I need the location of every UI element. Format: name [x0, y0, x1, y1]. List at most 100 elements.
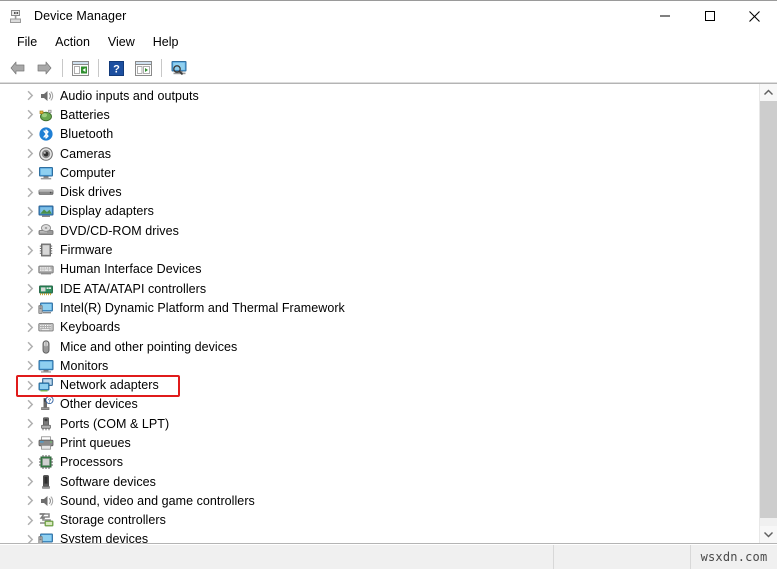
- tree-item[interactable]: Ports (COM & LPT): [0, 414, 759, 433]
- status-pane-3: wsxdn.com: [691, 545, 777, 569]
- chevron-right-icon[interactable]: [22, 187, 38, 198]
- tree-item[interactable]: Print queues: [0, 433, 759, 452]
- toolbar-separator-3: [161, 59, 162, 77]
- chevron-right-icon[interactable]: [22, 341, 38, 352]
- chevron-right-icon[interactable]: [22, 90, 38, 101]
- forward-button[interactable]: [32, 56, 57, 80]
- show-hide-console-tree-button[interactable]: [68, 56, 93, 80]
- chevron-right-icon[interactable]: [22, 129, 38, 140]
- menu-item-help[interactable]: Help: [144, 33, 188, 52]
- chevron-right-icon[interactable]: [22, 109, 38, 120]
- software-device-icon: [38, 474, 54, 490]
- firmware-icon: [38, 242, 54, 258]
- minimize-button[interactable]: [642, 1, 687, 31]
- chevron-right-icon[interactable]: [22, 495, 38, 506]
- tree-item-label: Ports (COM & LPT): [60, 416, 170, 431]
- tree-item[interactable]: Sound, video and game controllers: [0, 491, 759, 510]
- properties-button[interactable]: [131, 56, 156, 80]
- display-adapter-icon: [38, 203, 54, 219]
- chevron-right-icon[interactable]: [22, 534, 38, 543]
- menu-item-view[interactable]: View: [99, 33, 144, 52]
- tree-item[interactable]: Storage controllers: [0, 511, 759, 530]
- tree-item[interactable]: Bluetooth: [0, 125, 759, 144]
- content-area: Audio inputs and outputs Batteries Bluetoo…: [0, 83, 777, 544]
- chevron-right-icon[interactable]: [22, 418, 38, 429]
- tree-item[interactable]: Intel(R) Dynamic Platform and Thermal Fr…: [0, 298, 759, 317]
- disk-drive-icon: [38, 184, 54, 200]
- toolbar: ?: [0, 54, 777, 83]
- tree-item[interactable]: System devices: [0, 530, 759, 543]
- tree-item-label: Keyboards: [60, 320, 121, 335]
- tree-item[interactable]: Network adapters: [0, 375, 759, 394]
- scan-for-hardware-changes-button[interactable]: [167, 56, 192, 80]
- device-manager-window: Device Manager File Action View Help ? A…: [0, 0, 777, 569]
- tree-item[interactable]: Cameras: [0, 144, 759, 163]
- tree-item[interactable]: ? Other devices: [0, 395, 759, 414]
- tree-item-label: Display adapters: [60, 204, 154, 219]
- chevron-right-icon[interactable]: [22, 322, 38, 333]
- tree-item[interactable]: Batteries: [0, 105, 759, 124]
- chevron-right-icon[interactable]: [22, 380, 38, 391]
- tree-item[interactable]: Keyboards: [0, 318, 759, 337]
- tree-item[interactable]: Computer: [0, 163, 759, 182]
- chevron-right-icon[interactable]: [22, 457, 38, 468]
- chevron-right-icon[interactable]: [22, 148, 38, 159]
- chevron-right-icon[interactable]: [22, 302, 38, 313]
- menu-item-file[interactable]: File: [8, 33, 46, 52]
- tree-item-label: Bluetooth: [60, 127, 114, 142]
- maximize-button[interactable]: [687, 1, 732, 31]
- svg-text:?: ?: [113, 63, 120, 75]
- tree-item-label: Cameras: [60, 146, 112, 161]
- tree-item-label: Processors: [60, 455, 124, 470]
- tree-item[interactable]: Processors: [0, 453, 759, 472]
- tree-item[interactable]: Software devices: [0, 472, 759, 491]
- chevron-right-icon[interactable]: [22, 206, 38, 217]
- tree-item-label: Monitors: [60, 358, 109, 373]
- computer-icon: [38, 165, 54, 181]
- network-adapter-icon: [38, 377, 54, 393]
- tree-item-label: Firmware: [60, 243, 113, 258]
- svg-text:?: ?: [48, 399, 52, 405]
- chevron-right-icon[interactable]: [22, 264, 38, 275]
- close-button[interactable]: [732, 1, 777, 31]
- tree-item[interactable]: Audio inputs and outputs: [0, 86, 759, 105]
- chevron-right-icon[interactable]: [22, 476, 38, 487]
- tree-item-label: Software devices: [60, 474, 156, 489]
- optical-drive-icon: [38, 223, 54, 239]
- chevron-right-icon[interactable]: [22, 360, 38, 371]
- scroll-up-button[interactable]: [760, 84, 777, 101]
- chevron-right-icon[interactable]: [22, 283, 38, 294]
- tree-item-label: Audio inputs and outputs: [60, 88, 199, 103]
- speaker-icon: [38, 493, 54, 509]
- status-bar: wsxdn.com: [0, 544, 777, 569]
- tree-item[interactable]: Monitors: [0, 356, 759, 375]
- scrollbar-track[interactable]: [760, 101, 777, 526]
- port-icon: [38, 416, 54, 432]
- tree-item-label: Intel(R) Dynamic Platform and Thermal Fr…: [60, 300, 345, 315]
- toolbar-separator-1: [62, 59, 63, 77]
- tree-item[interactable]: Disk drives: [0, 182, 759, 201]
- chevron-right-icon[interactable]: [22, 225, 38, 236]
- chevron-right-icon[interactable]: [22, 245, 38, 256]
- chevron-right-icon[interactable]: [22, 515, 38, 526]
- tree-item[interactable]: Mice and other pointing devices: [0, 337, 759, 356]
- tree-item-label: System devices: [60, 532, 149, 543]
- tree-item-label: Batteries: [60, 107, 110, 122]
- tree-item[interactable]: Human Interface Devices: [0, 260, 759, 279]
- chevron-right-icon[interactable]: [22, 167, 38, 178]
- help-button[interactable]: ?: [104, 56, 129, 80]
- menu-item-action[interactable]: Action: [46, 33, 99, 52]
- vertical-scrollbar[interactable]: [759, 84, 777, 543]
- tree-item[interactable]: Display adapters: [0, 202, 759, 221]
- scrollbar-thumb[interactable]: [760, 101, 777, 518]
- device-tree[interactable]: Audio inputs and outputs Batteries Bluetoo…: [0, 84, 759, 543]
- tree-item[interactable]: IDE ATA/ATAPI controllers: [0, 279, 759, 298]
- tree-item[interactable]: Firmware: [0, 240, 759, 259]
- chevron-right-icon[interactable]: [22, 399, 38, 410]
- keyboard-icon: [38, 319, 54, 335]
- scroll-down-button[interactable]: [760, 526, 777, 543]
- back-button[interactable]: [5, 56, 30, 80]
- chevron-right-icon[interactable]: [22, 437, 38, 448]
- tree-item[interactable]: DVD/CD-ROM drives: [0, 221, 759, 240]
- tree-item-label: Sound, video and game controllers: [60, 493, 255, 508]
